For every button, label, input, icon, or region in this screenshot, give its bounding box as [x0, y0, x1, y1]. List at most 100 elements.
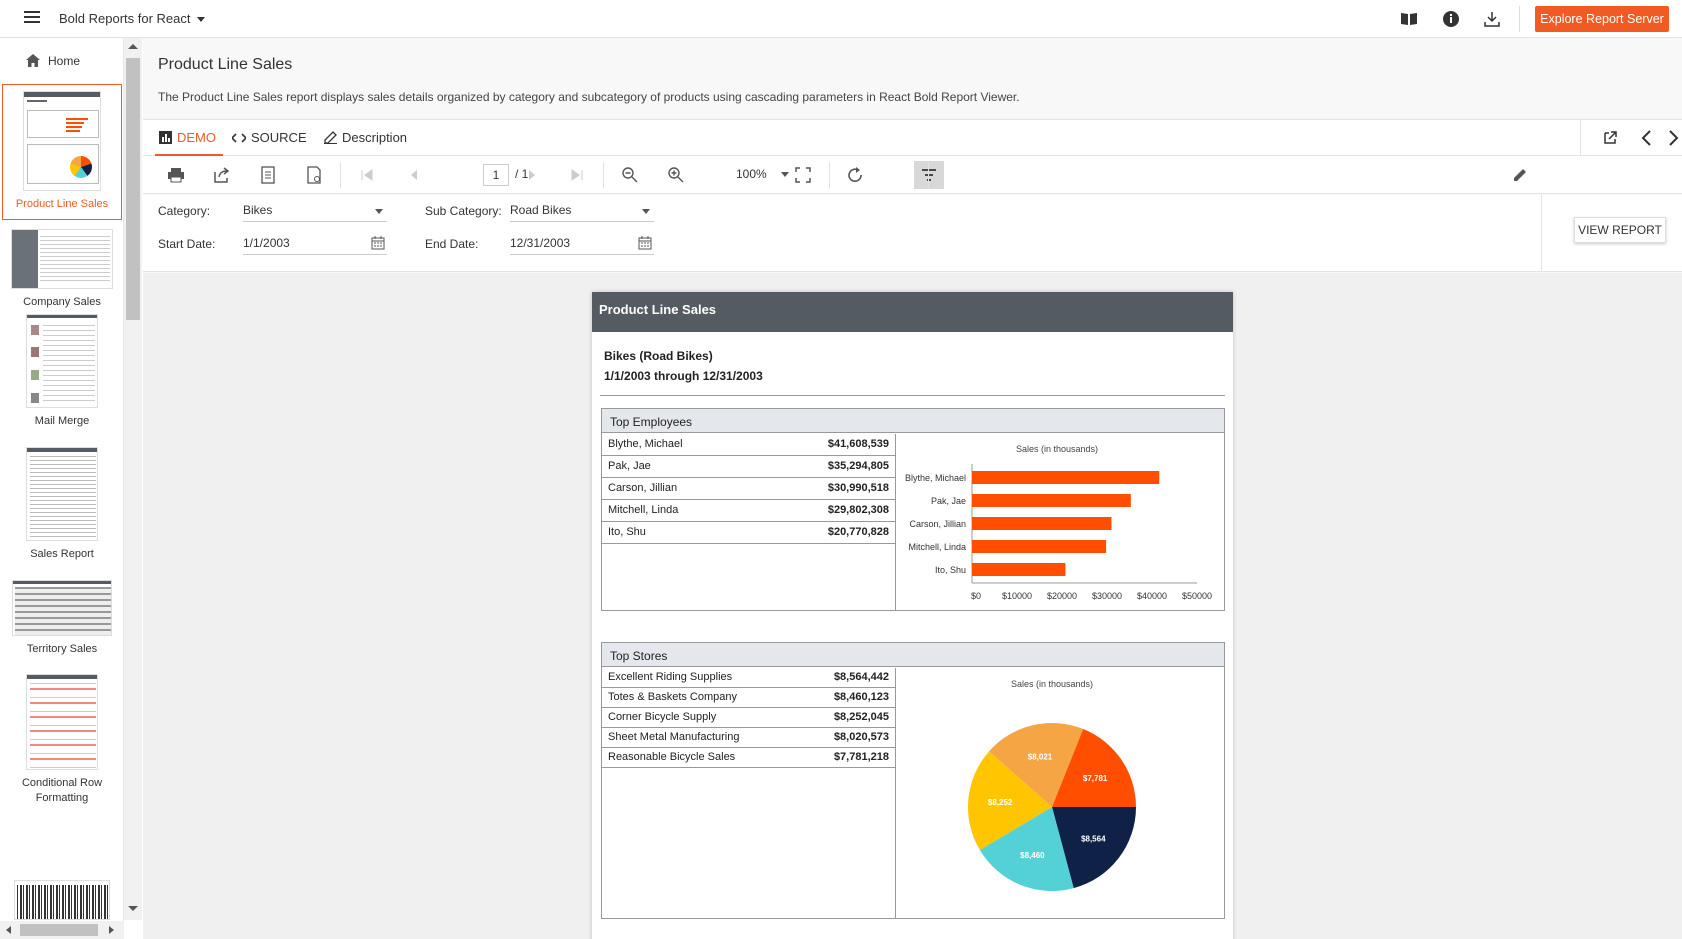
- home-link[interactable]: Home: [26, 54, 80, 68]
- hamburger-menu-icon[interactable]: [24, 11, 40, 25]
- divider: [603, 162, 604, 188]
- zoom-dropdown[interactable]: 100%: [736, 167, 789, 181]
- thumbnail-image: [14, 880, 110, 920]
- scroll-left-arrow-icon[interactable]: [6, 926, 11, 934]
- info-icon[interactable]: [1441, 9, 1461, 29]
- pie-data-label: $8,021: [1028, 752, 1053, 761]
- sidebar-item-product-line-sales[interactable]: Product Line Sales: [2, 84, 122, 220]
- explore-report-server-button[interactable]: Explore Report Server: [1535, 6, 1669, 32]
- zoom-in-icon[interactable]: [667, 166, 685, 184]
- chevron-down-icon: [642, 209, 650, 214]
- tab-demo[interactable]: DEMO: [155, 120, 223, 156]
- sidebar: Home Product Line Sales Company Sales Ma…: [0, 38, 124, 939]
- start-date-input[interactable]: 1/1/2003: [243, 233, 387, 255]
- parameter-toggle-button[interactable]: [914, 161, 944, 189]
- download-icon[interactable]: [1482, 9, 1502, 29]
- bar: [972, 471, 1160, 484]
- export-icon[interactable]: [213, 166, 231, 184]
- page-setup-icon[interactable]: [305, 166, 323, 184]
- tab-source[interactable]: SOURCE: [230, 120, 307, 156]
- store-sales: $8,020,573: [833, 731, 889, 743]
- x-tick-label: $0: [971, 591, 981, 601]
- employee-name: Carson, Jillian: [608, 482, 678, 494]
- report-toolbar: 1 / 1 100%: [143, 156, 1682, 194]
- sidebar-item-sales-report[interactable]: Sales Report: [2, 441, 122, 569]
- employees-bar-chart: Sales (in thousands) Blythe, Michael Pak, …: [897, 434, 1225, 613]
- start-date-value: 1/1/2003: [243, 236, 290, 250]
- store-sales: $8,252,045: [833, 711, 889, 723]
- x-tick-label: $40000: [1137, 591, 1167, 601]
- view-report-button[interactable]: VIEW REPORT: [1574, 217, 1666, 243]
- section-title: Top Employees: [602, 409, 1224, 433]
- page-number-input[interactable]: 1: [483, 164, 509, 186]
- scrollbar-thumb[interactable]: [20, 924, 98, 936]
- x-tick-label: $50000: [1182, 591, 1212, 601]
- tab-description[interactable]: Description: [324, 120, 407, 156]
- thumbnail-image: [26, 674, 98, 770]
- employee-sales: $41,608,539: [827, 438, 889, 450]
- top-employees-section: Top Employees Blythe, Michael $41,608,539…: [601, 408, 1225, 611]
- previous-page-icon[interactable]: [405, 166, 423, 184]
- category-dropdown[interactable]: Bikes: [243, 200, 387, 222]
- y-tick-label: Ito, Shu: [935, 565, 966, 575]
- sidebar-horizontal-scrollbar[interactable]: [0, 921, 124, 939]
- employee-name: Blythe, Michael: [608, 438, 683, 450]
- chevron-right-icon[interactable]: [1661, 126, 1682, 150]
- x-tick-label: $20000: [1047, 591, 1077, 601]
- app-title-dropdown[interactable]: Bold Reports for React: [59, 11, 205, 26]
- end-date-input[interactable]: 12/31/2003: [510, 233, 654, 255]
- divider: [829, 162, 830, 188]
- chart-title: Sales (in thousands): [1011, 679, 1093, 689]
- app-title: Bold Reports for React: [59, 11, 191, 26]
- edit-icon[interactable]: [1511, 166, 1529, 184]
- zoom-out-icon[interactable]: [621, 166, 639, 184]
- print-icon[interactable]: [167, 166, 185, 184]
- store-sales: $8,460,123: [833, 691, 889, 703]
- sidebar-item-label: Sales Report: [30, 548, 94, 560]
- scroll-right-arrow-icon[interactable]: [109, 926, 114, 934]
- subcategory-label: Sub Category:: [425, 204, 502, 218]
- sidebar-item-territory-sales[interactable]: Territory Sales: [2, 574, 122, 674]
- next-page-icon[interactable]: [523, 166, 541, 184]
- pie-data-label: $8,252: [988, 798, 1013, 807]
- bar: [972, 540, 1107, 553]
- print-layout-icon[interactable]: [259, 166, 277, 184]
- bar: [972, 563, 1066, 576]
- open-external-icon[interactable]: [1598, 126, 1622, 150]
- subcategory-dropdown[interactable]: Road Bikes: [510, 200, 654, 222]
- thumbnail-image: [26, 447, 98, 541]
- chevron-left-icon[interactable]: [1635, 126, 1659, 150]
- sidebar-item-conditional-row-formatting[interactable]: Conditional Row Formatting: [2, 668, 122, 804]
- store-sales: $8,564,442: [833, 671, 889, 683]
- calendar-icon[interactable]: [371, 236, 385, 250]
- end-date-label: End Date:: [425, 237, 479, 251]
- sidebar-item-mail-merge[interactable]: Mail Merge: [2, 308, 122, 436]
- fit-page-icon[interactable]: [794, 166, 812, 184]
- x-tick-label: $10000: [1002, 591, 1032, 601]
- zoom-value: 100%: [736, 167, 767, 181]
- y-tick-label: Mitchell, Linda: [908, 542, 966, 552]
- divider: [1519, 6, 1520, 32]
- book-icon[interactable]: [1399, 9, 1419, 29]
- scroll-down-arrow-icon[interactable]: [128, 906, 138, 911]
- top-bar: Bold Reports for React Explore Report Se…: [0, 0, 1682, 38]
- divider: [928, 162, 929, 188]
- caret-down-icon: [196, 17, 205, 23]
- tab-label: Description: [342, 130, 408, 145]
- table-row: Ito, Shu $20,770,828: [602, 522, 895, 544]
- calendar-icon[interactable]: [638, 236, 652, 250]
- store-name: Excellent Riding Supplies: [608, 671, 733, 683]
- employee-name: Ito, Shu: [608, 526, 646, 538]
- filter-icon: [922, 169, 936, 181]
- sidebar-vertical-scrollbar[interactable]: [124, 38, 142, 920]
- top-stores-section: Top Stores Excellent Riding Supplies $8,5…: [601, 642, 1225, 919]
- sidebar-item-label: Product Line Sales: [15, 198, 109, 210]
- pencil-icon: [324, 131, 337, 144]
- scroll-up-arrow-icon[interactable]: [128, 44, 138, 49]
- main-content: Product Line Sales The Product Line Sale…: [143, 38, 1682, 939]
- last-page-icon[interactable]: [568, 166, 586, 184]
- first-page-icon[interactable]: [358, 166, 376, 184]
- refresh-icon[interactable]: [846, 166, 864, 184]
- scrollbar-thumb[interactable]: [126, 58, 140, 320]
- sidebar-item-label: Mail Merge: [34, 415, 90, 427]
